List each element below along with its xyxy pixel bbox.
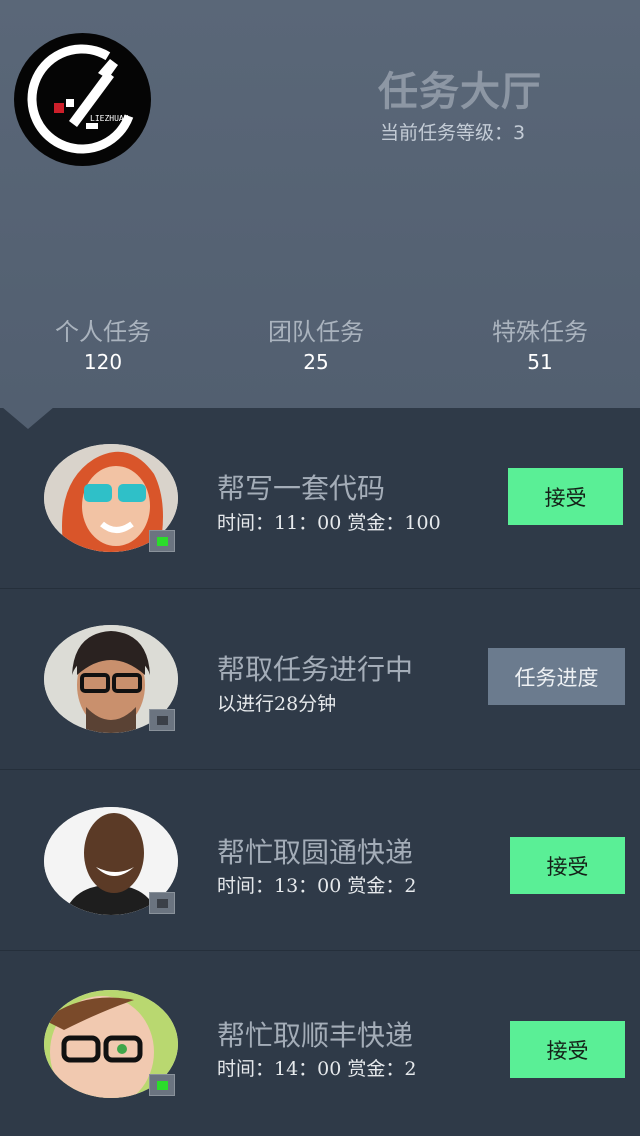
online-status-icon bbox=[149, 1074, 175, 1096]
page-title: 任务大厅 bbox=[378, 69, 542, 115]
task-row[interactable]: 帮忙取顺丰快递 时间：14：00 赏金：2 接受 bbox=[0, 952, 640, 1136]
task-row[interactable]: 帮写一套代码 时间：11：00 赏金：100 接受 bbox=[0, 409, 640, 589]
online-status-icon bbox=[149, 530, 175, 552]
task-meta: 以进行28分钟 bbox=[217, 693, 337, 715]
task-meta: 时间：11：00 赏金：100 bbox=[217, 512, 441, 534]
accept-button[interactable]: 接受 bbox=[508, 468, 623, 525]
task-progress-button[interactable]: 任务进度 bbox=[488, 648, 625, 705]
offline-status-icon bbox=[149, 892, 175, 914]
stat-count: 51 bbox=[527, 350, 553, 374]
task-title: 帮写一套代码 bbox=[217, 472, 386, 505]
svg-text:LIEZHUAN: LIEZHUAN bbox=[90, 114, 129, 123]
task-title: 帮取任务进行中 bbox=[217, 653, 414, 686]
stat-count: 25 bbox=[303, 350, 329, 374]
stat-special-tasks[interactable]: 特殊任务 51 bbox=[440, 320, 640, 372]
task-level: 当前任务等级：3 bbox=[380, 124, 525, 143]
task-title: 帮忙取圆通快递 bbox=[217, 836, 414, 869]
task-level-label: 当前任务等级： bbox=[380, 122, 514, 144]
accept-button[interactable]: 接受 bbox=[510, 837, 625, 894]
stat-count: 120 bbox=[83, 350, 123, 374]
logo-emblem-icon: LIEZHUAN bbox=[27, 44, 137, 154]
task-meta: 时间：14：00 赏金：2 bbox=[217, 1058, 417, 1080]
task-meta: 时间：13：00 赏金：2 bbox=[217, 875, 417, 897]
offline-status-icon bbox=[149, 709, 175, 731]
app-logo: LIEZHUAN bbox=[14, 33, 151, 166]
task-row[interactable]: 帮忙取圆通快递 时间：13：00 赏金：2 接受 bbox=[0, 771, 640, 951]
task-level-value: 3 bbox=[513, 122, 526, 144]
task-row[interactable]: 帮取任务进行中 以进行28分钟 任务进度 bbox=[0, 590, 640, 770]
header-panel: LIEZHUAN 任务大厅 当前任务等级：3 个人任务 120 团队任务 25 … bbox=[0, 0, 640, 408]
accept-button[interactable]: 接受 bbox=[510, 1021, 625, 1078]
stat-label: 个人任务 bbox=[55, 318, 151, 346]
stat-personal-tasks[interactable]: 个人任务 120 bbox=[3, 320, 203, 372]
stat-label: 特殊任务 bbox=[492, 318, 588, 346]
stat-label: 团队任务 bbox=[268, 318, 364, 346]
task-title: 帮忙取顺丰快递 bbox=[217, 1019, 414, 1052]
stat-team-tasks[interactable]: 团队任务 25 bbox=[216, 320, 416, 372]
